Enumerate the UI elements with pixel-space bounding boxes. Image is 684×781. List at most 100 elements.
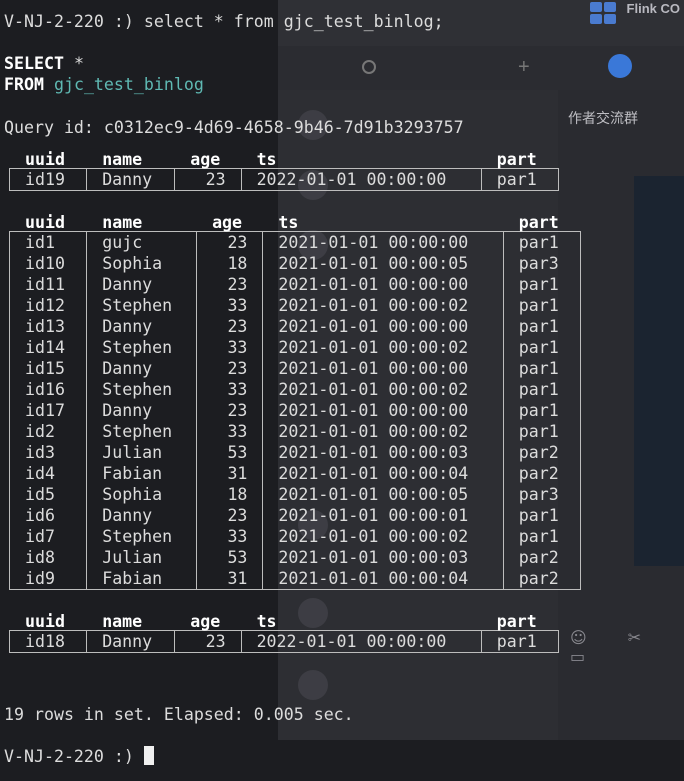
final-prompt-line: V-NJ-2-220 :) [4,746,154,767]
table-cell-uuid: id5 [8,484,88,505]
table-cell-ts: 2021-01-01 00:00:02 [262,421,504,442]
table-cell-ts: 2022-01-01 00:00:00 [240,169,482,191]
table-cell-uuid: id16 [8,379,88,400]
table-cell-name: Danny [86,274,198,295]
table-cell-name: Danny [86,316,198,337]
table-cell-uuid: id14 [8,337,88,358]
table-cell-part: par2 [502,568,582,590]
table-row: id7 Stephen 33 2021-01-01 00:00:02 par1 [8,526,582,547]
table-cell-age: 33 [196,421,264,442]
table-cell-ts: 2021-01-01 00:00:00 [262,274,504,295]
table-row: id4 Fabian 31 2021-01-01 00:00:04 par2 [8,463,582,484]
table-cell-part: par3 [502,253,582,274]
table-cell-age: 18 [196,484,264,505]
table-row: id1 gujc 23 2021-01-01 00:00:00 par1 [8,232,582,253]
table-cell-ts: 2021-01-01 00:00:00 [262,232,504,253]
table-row: id13 Danny 23 2021-01-01 00:00:00 par1 [8,316,582,337]
table-cell-uuid: id19 [8,169,88,191]
table-cell-ts: 2021-01-01 00:00:05 [262,253,504,274]
table-row: id14 Stephen 33 2021-01-01 00:00:02 par1 [8,337,582,358]
table-cell-part: par1 [502,421,582,442]
table-cell-uuid: id6 [8,505,88,526]
table-cell-part: par1 [480,631,560,653]
table-cell-uuid: id17 [8,400,88,421]
table-cell-name: Fabian [86,463,198,484]
table-row: id5 Sophia 18 2021-01-01 00:00:05 par3 [8,484,582,505]
table-cell-age: 18 [196,253,264,274]
table-cell-name: Stephen [86,295,198,316]
formatted-query-from: FROM gjc_test_binlog [4,74,204,95]
table-row: id18 Danny 23 2022-01-01 00:00:00 par1 [8,631,560,653]
table-cell-uuid: id18 [8,631,88,653]
select-star: * [73,54,84,73]
table-cell-part: par1 [502,337,582,358]
table-row: id16 Stephen 33 2021-01-01 00:00:02 par1 [8,379,582,400]
table-row: id11 Danny 23 2021-01-01 00:00:00 par1 [8,274,582,295]
table-cell-age: 23 [196,232,264,253]
table-cell-ts: 2021-01-01 00:00:02 [262,379,504,400]
table-cell-age: 31 [196,463,264,484]
table-cell-uuid: id4 [8,463,88,484]
chat-avatar [298,670,328,700]
query-id: Query id: c0312ec9-4d69-4658-9b46-7d91b3… [4,118,464,137]
table-cell-part: par2 [502,442,582,463]
chat-avatar [298,598,328,628]
table-cell-ts: 2021-01-01 00:00:00 [262,400,504,421]
table-cell-uuid: id3 [8,442,88,463]
table-row: id2 Stephen 33 2021-01-01 00:00:02 par1 [8,421,582,442]
avatar [608,54,632,78]
table-cell-name: Danny [86,631,176,653]
table-cell-name: Stephen [86,526,198,547]
background-image-panel [634,176,684,566]
plus-icon: + [518,56,530,78]
table-cell-ts: 2021-01-01 00:00:04 [262,463,504,484]
text-cursor[interactable] [143,746,154,765]
table-cell-age: 53 [196,442,264,463]
table-row: id9 Fabian 31 2021-01-01 00:00:04 par2 [8,568,582,590]
background-window-title: Flink CO [626,1,680,16]
table-cell-ts: 2021-01-01 00:00:04 [262,568,504,590]
table-cell-part: par1 [502,526,582,547]
table-row: id12 Stephen 33 2021-01-01 00:00:02 par1 [8,295,582,316]
table-cell-part: par2 [502,463,582,484]
table-cell-part: par1 [502,358,582,379]
table-cell-ts: 2021-01-01 00:00:03 [262,442,504,463]
table-cell-ts: 2021-01-01 00:00:02 [262,337,504,358]
table-cell-name: Sophia [86,253,198,274]
table-cell-name: Stephen [86,421,198,442]
table-cell-name: Stephen [86,337,198,358]
table-cell-uuid: id13 [8,316,88,337]
from-keyword: FROM [4,75,44,94]
table-cell-name: Julian [86,547,198,568]
table-cell-part: par1 [502,379,582,400]
table-cell-part: par1 [502,316,582,337]
table-row: id15 Danny 23 2021-01-01 00:00:00 par1 [8,358,582,379]
chat-toolbar-icons: ☺ ✂ ▭ [570,628,660,666]
command-line: V-NJ-2-220 :) select * from gjc_test_bin… [4,11,444,32]
table-cell-ts: 2021-01-01 00:00:00 [262,358,504,379]
table-row: id8 Julian 53 2021-01-01 00:00:03 par2 [8,547,582,568]
app-icon [590,2,616,24]
result-table-1: uuid name age ts part id19Danny232022-01… [8,151,560,191]
table-row: id19 Danny 23 2022-01-01 00:00:00 par1 [8,169,560,191]
table-cell-name: Stephen [86,379,198,400]
prompt: V-NJ-2-220 :) [4,12,134,31]
table-cell-part: par1 [502,400,582,421]
table-cell-name: gujc [86,232,198,253]
table-cell-part: par1 [502,505,582,526]
table-cell-uuid: id15 [8,358,88,379]
summary-line: 19 rows in set. Elapsed: 0.005 sec. [4,705,354,724]
table-cell-age: 33 [196,526,264,547]
table-cell-age: 23 [174,631,242,653]
table-cell-uuid: id7 [8,526,88,547]
table-cell-age: 23 [196,400,264,421]
table-cell-age: 53 [196,547,264,568]
table-cell-name: Danny [86,169,176,191]
table-cell-age: 23 [196,274,264,295]
table-cell-name: Danny [86,505,198,526]
table-cell-ts: 2021-01-01 00:00:01 [262,505,504,526]
result-table-3: uuid name age ts part id18Danny232022-01… [8,613,560,653]
table-cell-ts: 2022-01-01 00:00:00 [240,631,482,653]
table-cell-ts: 2021-01-01 00:00:02 [262,295,504,316]
table-cell-ts: 2021-01-01 00:00:05 [262,484,504,505]
